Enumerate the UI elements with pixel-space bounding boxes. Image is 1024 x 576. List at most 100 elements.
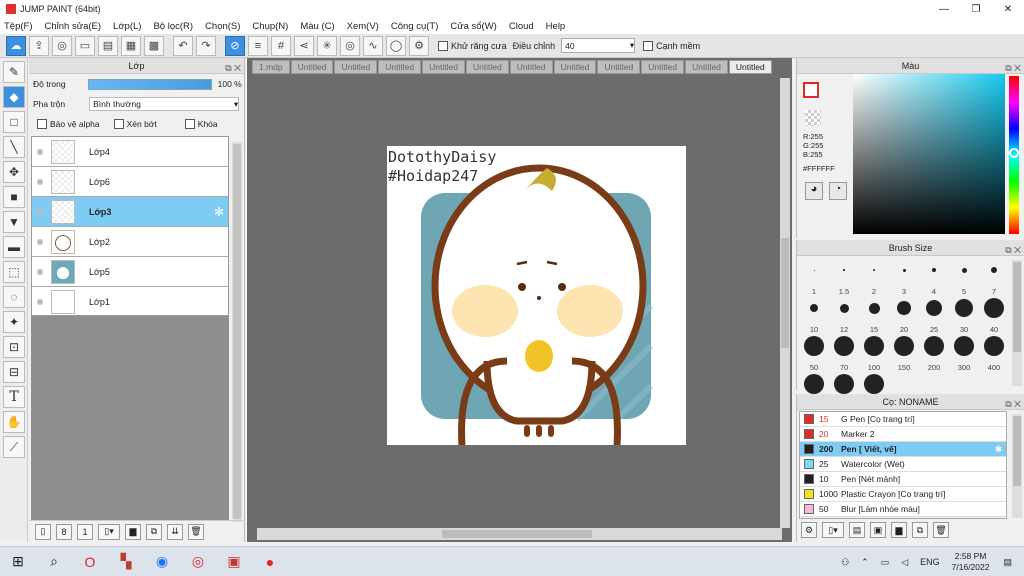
windows-start-icon[interactable]: ⊞: [0, 547, 36, 576]
network-icon[interactable]: ▭: [881, 557, 890, 568]
app-grid-icon[interactable]: ▚: [108, 547, 144, 576]
redo-icon[interactable]: ↷: [196, 35, 216, 56]
document-tab[interactable]: Untitled: [465, 60, 509, 74]
select-eraser-tool-icon[interactable]: ⊟: [3, 361, 25, 383]
menu-view[interactable]: Xem(V): [347, 21, 379, 32]
menu-window[interactable]: Cửa sổ(W): [450, 21, 496, 32]
brush-size-option[interactable]: 12: [829, 296, 859, 334]
menu-filter[interactable]: Bộ lọc(R): [153, 21, 193, 32]
document-tab[interactable]: Untitled: [290, 60, 334, 74]
new-layer-menu-icon[interactable]: ▯▾: [98, 523, 120, 540]
brush-folder-icon[interactable]: ▆: [891, 522, 907, 538]
grid-check-icon[interactable]: ▩: [144, 35, 164, 56]
export-icon[interactable]: ⇪: [29, 35, 49, 56]
brush-list-item[interactable]: 20 Marker 2: [800, 427, 1006, 442]
brush-size-scrollbar[interactable]: [1012, 260, 1022, 386]
rect-select-tool-icon[interactable]: ⬚: [3, 261, 25, 283]
document-tab[interactable]: Untitled: [553, 60, 597, 74]
delete-brush-icon[interactable]: 🗑: [933, 522, 949, 538]
document-tab[interactable]: Untitled: [597, 60, 641, 74]
clip-checkbox[interactable]: [113, 119, 124, 129]
pen-tool-icon[interactable]: ✎: [3, 61, 25, 83]
brush-size-option[interactable]: 2: [859, 258, 889, 296]
visibility-icon[interactable]: [37, 178, 43, 185]
menu-file[interactable]: Tệp(F): [4, 21, 33, 32]
canvas-horizontal-scrollbar[interactable]: [257, 528, 782, 540]
document-tab[interactable]: Untitled: [422, 60, 465, 74]
opacity-slider[interactable]: [87, 78, 212, 90]
bucket-tool-icon[interactable]: ▼: [3, 211, 25, 233]
language-indicator[interactable]: ENG: [920, 557, 940, 567]
soft-edge-option[interactable]: Cạnh mềm: [643, 40, 700, 51]
new-brush-icon[interactable]: ▯▾: [822, 522, 844, 538]
opera-browser-icon[interactable]: O: [72, 547, 108, 576]
menu-help[interactable]: Help: [546, 21, 566, 32]
move-tool-icon[interactable]: ✥: [3, 161, 25, 183]
document-tab[interactable]: Untitled: [334, 60, 378, 74]
brush-size-option[interactable]: 7: [979, 258, 1009, 296]
brush-size-option[interactable]: 40: [979, 296, 1009, 334]
brush-settings-icon[interactable]: ⚙: [801, 522, 817, 538]
brush-size-option[interactable]: 400: [979, 334, 1009, 372]
undo-icon[interactable]: ↶: [173, 35, 193, 56]
document-tab[interactable]: Untitled: [509, 60, 553, 74]
search-icon[interactable]: ⌕: [36, 547, 72, 576]
zalo-icon[interactable]: ◉: [144, 547, 180, 576]
brush-size-option[interactable]: 100: [859, 334, 889, 372]
saturation-value-picker[interactable]: [853, 74, 1005, 234]
brush-size-option[interactable]: 300: [949, 334, 979, 372]
panel-layout-icon[interactable]: ▦: [121, 35, 141, 56]
layer-row[interactable]: Lớp5: [32, 257, 228, 287]
gear-icon[interactable]: ✻: [214, 205, 224, 219]
document-tab[interactable]: Untitled: [378, 60, 422, 74]
brush-list-item[interactable]: 200 Pen [ Viết, vẽ] ✻: [800, 442, 1006, 457]
lock-checkbox[interactable]: [184, 119, 195, 129]
brush-size-option[interactable]: 1: [799, 258, 829, 296]
gear-icon[interactable]: ✻: [995, 444, 1002, 455]
brush-list-item[interactable]: 10 Pen [Nét mảnh]: [800, 472, 1006, 487]
hand-tool-icon[interactable]: ✋: [3, 411, 25, 433]
text-tool-icon[interactable]: T: [3, 386, 25, 408]
volume-icon[interactable]: ◁: [901, 557, 908, 568]
antialias-checkbox[interactable]: [438, 40, 448, 51]
select-pen-tool-icon[interactable]: ⊡: [3, 336, 25, 358]
layer-row[interactable]: Lớp4: [32, 137, 228, 167]
shape-tool-icon[interactable]: □: [3, 111, 25, 133]
canvas-vertical-scrollbar[interactable]: [780, 78, 790, 528]
clock[interactable]: 2:58 PM 7/16/2022: [952, 551, 990, 573]
opera-gx-icon[interactable]: ◎: [180, 547, 216, 576]
perspective-snap-icon[interactable]: ⋖: [294, 35, 314, 56]
delete-layer-icon[interactable]: 🗑: [188, 523, 204, 540]
visibility-icon[interactable]: [37, 268, 43, 275]
brush-size-option[interactable]: 25: [919, 296, 949, 334]
brush-size-option[interactable]: 70: [829, 334, 859, 372]
brush-list-item[interactable]: 25 Watercolor (Wet): [800, 457, 1006, 472]
brush-size-option[interactable]: 15: [859, 296, 889, 334]
layer-row[interactable]: Lớp3 ✻: [32, 197, 228, 227]
visibility-icon[interactable]: [37, 208, 43, 215]
chevron-up-icon[interactable]: ⌃: [861, 557, 869, 568]
page-icon[interactable]: ▤: [98, 35, 118, 56]
panel-window-buttons[interactable]: ⧉ ✕: [1005, 242, 1021, 258]
duplicate-layer-icon[interactable]: ⧉: [146, 523, 162, 540]
menu-tools[interactable]: Công cụ(T): [391, 21, 439, 32]
palette-icon[interactable]: ◕: [805, 182, 823, 200]
document-tab[interactable]: Untitled: [728, 60, 772, 74]
brush-size-option[interactable]: 30: [949, 296, 979, 334]
eraser-tool-icon[interactable]: ◆: [3, 86, 25, 108]
gradient-tool-icon[interactable]: ▬: [3, 236, 25, 258]
line-tool-icon[interactable]: ╲: [3, 136, 25, 158]
brush-page-icon[interactable]: ▤: [849, 522, 865, 538]
menu-cloud[interactable]: Cloud: [509, 21, 534, 32]
new-8bit-layer-icon[interactable]: 8: [56, 523, 72, 540]
lasso-tool-icon[interactable]: ◌: [3, 286, 25, 308]
layer-row[interactable]: Lớp2: [32, 227, 228, 257]
brush-list-item[interactable]: 50 Blur [Làm nhòe màu]: [800, 502, 1006, 517]
layer-row[interactable]: Lớp6: [32, 167, 228, 197]
brush-size-option[interactable]: 3: [889, 258, 919, 296]
menu-layer[interactable]: Lớp(L): [113, 21, 141, 32]
jump-paint-taskbar-icon[interactable]: ▣: [216, 547, 252, 576]
layer-row[interactable]: Lớp1: [32, 287, 228, 317]
document-tab[interactable]: Untitled: [685, 60, 728, 74]
brush-size-option[interactable]: 200: [919, 334, 949, 372]
